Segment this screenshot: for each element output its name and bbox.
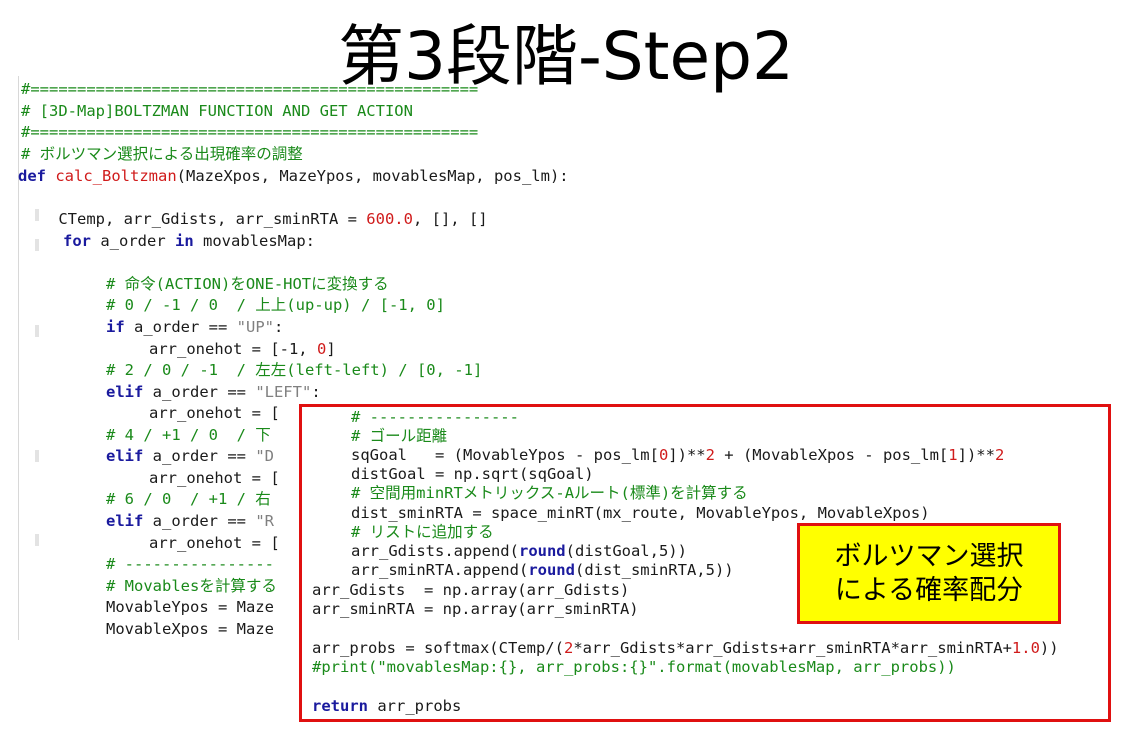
code-line: distGoal = np.sqrt(sqGoal)	[351, 465, 594, 483]
code-line: # Movablesを計算する	[106, 577, 277, 595]
code-line: arr_probs = softmax(CTemp/(2*arr_Gdists*…	[312, 639, 1059, 657]
code-line-return: return arr_probs	[312, 697, 462, 715]
code-line: # 2 / 0 / -1 / 左左(left-left) / [0, -1]	[106, 361, 483, 379]
code-line: arr_Gdists.append(round(distGoal,5))	[351, 542, 687, 560]
code-line: sqGoal = (MovableYpos - pos_lm[0])**2 + …	[351, 446, 1005, 464]
code-line: arr_onehot = [	[149, 469, 280, 487]
gutter-marker	[35, 239, 39, 251]
code-line: # ゴール距離	[351, 427, 448, 445]
code-line: # 6 / 0 / +1 / 右	[106, 490, 271, 508]
code-line-elif: elif a_order == "R	[106, 512, 274, 530]
code-line-for: for a_order in movablesMap:	[63, 232, 315, 250]
code-line: # リストに追加する	[351, 523, 494, 541]
code-line: # ボルツマン選択による出現確率の調整	[21, 145, 303, 163]
code-line: arr_onehot = [	[149, 534, 280, 552]
code-line: # ----------------	[106, 555, 274, 573]
function-name: calc_Boltzman	[55, 167, 177, 185]
code-line: dist_sminRTA = space_minRT(mx_route, Mov…	[351, 504, 930, 522]
callout-note: ボルツマン選択 による確率配分	[797, 523, 1061, 624]
code-line: # 命令(ACTION)をONE-HOTに変換する	[106, 275, 389, 293]
code-line: # 空間用minRTメトリックス-Aルート(標準)を計算する	[351, 484, 748, 502]
code-line: # ----------------	[351, 408, 519, 426]
gutter-marker	[35, 534, 39, 546]
code-line: arr_onehot = [	[149, 404, 280, 422]
callout-text: ボルツマン選択 による確率配分	[834, 540, 1024, 606]
code-line: MovableYpos = Maze	[106, 598, 274, 616]
code-line: arr_sminRTA.append(round(dist_sminRTA,5)…	[351, 561, 734, 579]
code-line: MovableXpos = Maze	[106, 620, 274, 638]
gutter-marker	[35, 450, 39, 462]
code-line-elif: elif a_order == "D	[106, 447, 274, 465]
code-line-elif: elif a_order == "LEFT":	[106, 383, 321, 401]
code-line: arr_Gdists = np.array(arr_Gdists)	[312, 581, 630, 599]
code-line-if: if a_order == "UP":	[106, 318, 284, 336]
code-line: #=======================================…	[21, 123, 479, 141]
code-line: CTemp, arr_Gdists, arr_sminRTA = 600.0, …	[21, 210, 488, 228]
code-line: arr_sminRTA = np.array(arr_sminRTA)	[312, 600, 639, 618]
code-line-def: def calc_Boltzman(MazeXpos, MazeYpos, mo…	[18, 166, 569, 186]
keyword-def: def	[18, 167, 46, 185]
slide-title: 第3段階-Step2	[337, 18, 795, 95]
code-line: # 4 / +1 / 0 / 下	[106, 426, 271, 444]
code-line: arr_onehot = [-1, 0]	[149, 340, 336, 358]
code-line: # 0 / -1 / 0 / 上上(up-up) / [-1, 0]	[106, 296, 445, 314]
code-line: #print("movablesMap:{}, arr_probs:{}".fo…	[312, 658, 956, 676]
function-params: (MazeXpos, MazeYpos, movablesMap, pos_lm…	[176, 167, 569, 185]
code-line: # [3D-Map]BOLTZMAN FUNCTION AND GET ACTI…	[21, 102, 413, 120]
gutter-marker	[35, 325, 39, 337]
